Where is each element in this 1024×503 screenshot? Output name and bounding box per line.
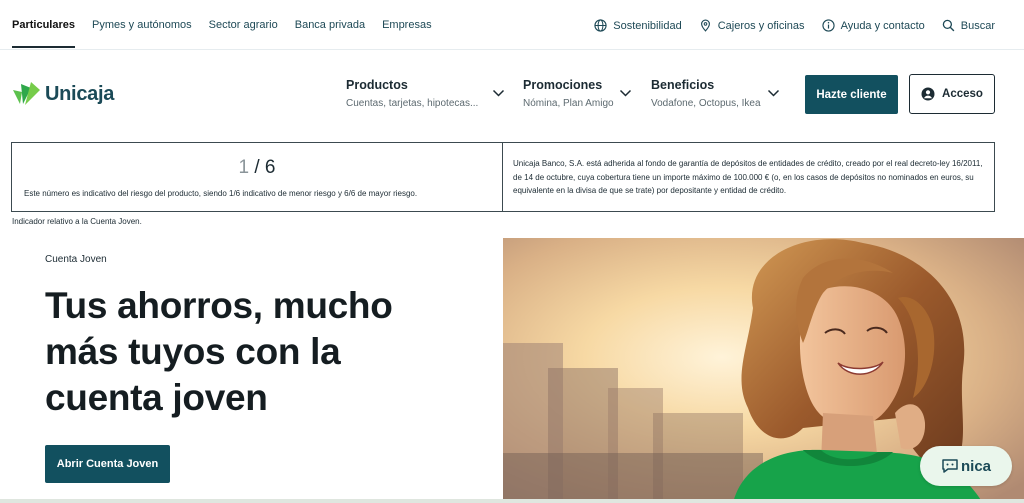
unicaja-leaf-icon	[13, 82, 40, 105]
search-icon	[942, 19, 955, 32]
segment-banca-privada[interactable]: Banca privada	[295, 19, 365, 31]
utility-links: Sostenibilidad Cajeros y oficinas Ayuda …	[577, 19, 995, 32]
acceso-label: Acceso	[942, 88, 983, 100]
indicator-caption: Indicador relativo a la Cuenta Joven.	[12, 217, 142, 226]
segment-particulares[interactable]: Particulares	[12, 19, 75, 48]
sostenibilidad-label: Sostenibilidad	[613, 19, 682, 32]
location-pin-icon	[700, 19, 710, 32]
globe-icon	[594, 19, 607, 32]
menu-beneficios-subtitle: Vodafone, Octopus, Ikea	[651, 98, 761, 109]
chevron-down-icon	[619, 89, 632, 97]
ayuda-label: Ayuda y contacto	[840, 19, 925, 32]
hero-eyebrow: Cuenta Joven	[45, 254, 107, 265]
segment-sector-agrario[interactable]: Sector agrario	[209, 19, 278, 31]
menu-productos-title: Productos	[346, 78, 408, 92]
menu-productos-subtitle: Cuentas, tarjetas, hipotecas...	[346, 98, 479, 109]
risk-current: 1	[238, 157, 250, 178]
risk-score-panel: 1 / 6 Este número es indicativo del ries…	[12, 143, 503, 211]
hero-title: Tus ahorros, mucho más tuyos con la cuen…	[45, 285, 393, 418]
abrir-cuenta-joven-button[interactable]: Abrir Cuenta Joven	[45, 445, 170, 483]
info-icon	[821, 19, 835, 32]
top-bar: Particulares Pymes y autónomos Sector ag…	[0, 0, 1024, 50]
menu-beneficios-title: Beneficios	[651, 78, 715, 92]
segment-empresas[interactable]: Empresas	[382, 19, 432, 31]
cajeros-link[interactable]: Cajeros y oficinas	[699, 19, 805, 32]
buscar-label: Buscar	[960, 19, 995, 32]
bottom-divider	[0, 499, 1024, 503]
deposit-guarantee-text: Unicaja Banco, S.A. está adherida al fon…	[513, 159, 983, 195]
chat-bubble-icon	[942, 459, 958, 473]
risk-indicator-box: 1 / 6 Este número es indicativo del ries…	[11, 142, 995, 212]
sostenibilidad-link[interactable]: Sostenibilidad	[594, 19, 682, 32]
chevron-down-icon	[767, 89, 780, 97]
segment-pymes[interactable]: Pymes y autónomos	[92, 19, 192, 31]
user-icon	[921, 87, 935, 101]
segment-nav: Particulares Pymes y autónomos Sector ag…	[12, 19, 449, 48]
menu-productos[interactable]: Productos Cuentas, tarjetas, hipotecas..…	[346, 78, 506, 109]
chevron-down-icon	[492, 89, 505, 97]
risk-note: Este número es indicativo del riesgo del…	[24, 189, 418, 198]
hazte-cliente-button[interactable]: Hazte cliente	[805, 75, 898, 114]
acceso-button[interactable]: Acceso	[909, 74, 995, 114]
risk-max: 6	[264, 157, 276, 178]
ayuda-link[interactable]: Ayuda y contacto	[821, 19, 925, 32]
cajeros-label: Cajeros y oficinas	[717, 19, 805, 32]
risk-separator: /	[249, 157, 265, 178]
nica-assistant-button[interactable]: nica	[920, 446, 1012, 486]
nica-label: nica	[960, 457, 991, 475]
logo-wordmark: Unicaja	[45, 82, 115, 105]
unicaja-logo[interactable]: Unicaja	[11, 80, 114, 108]
menu-beneficios[interactable]: Beneficios Vodafone, Octopus, Ikea	[651, 78, 811, 109]
risk-score: 1 / 6	[12, 157, 502, 179]
buscar-link[interactable]: Buscar	[942, 19, 995, 32]
